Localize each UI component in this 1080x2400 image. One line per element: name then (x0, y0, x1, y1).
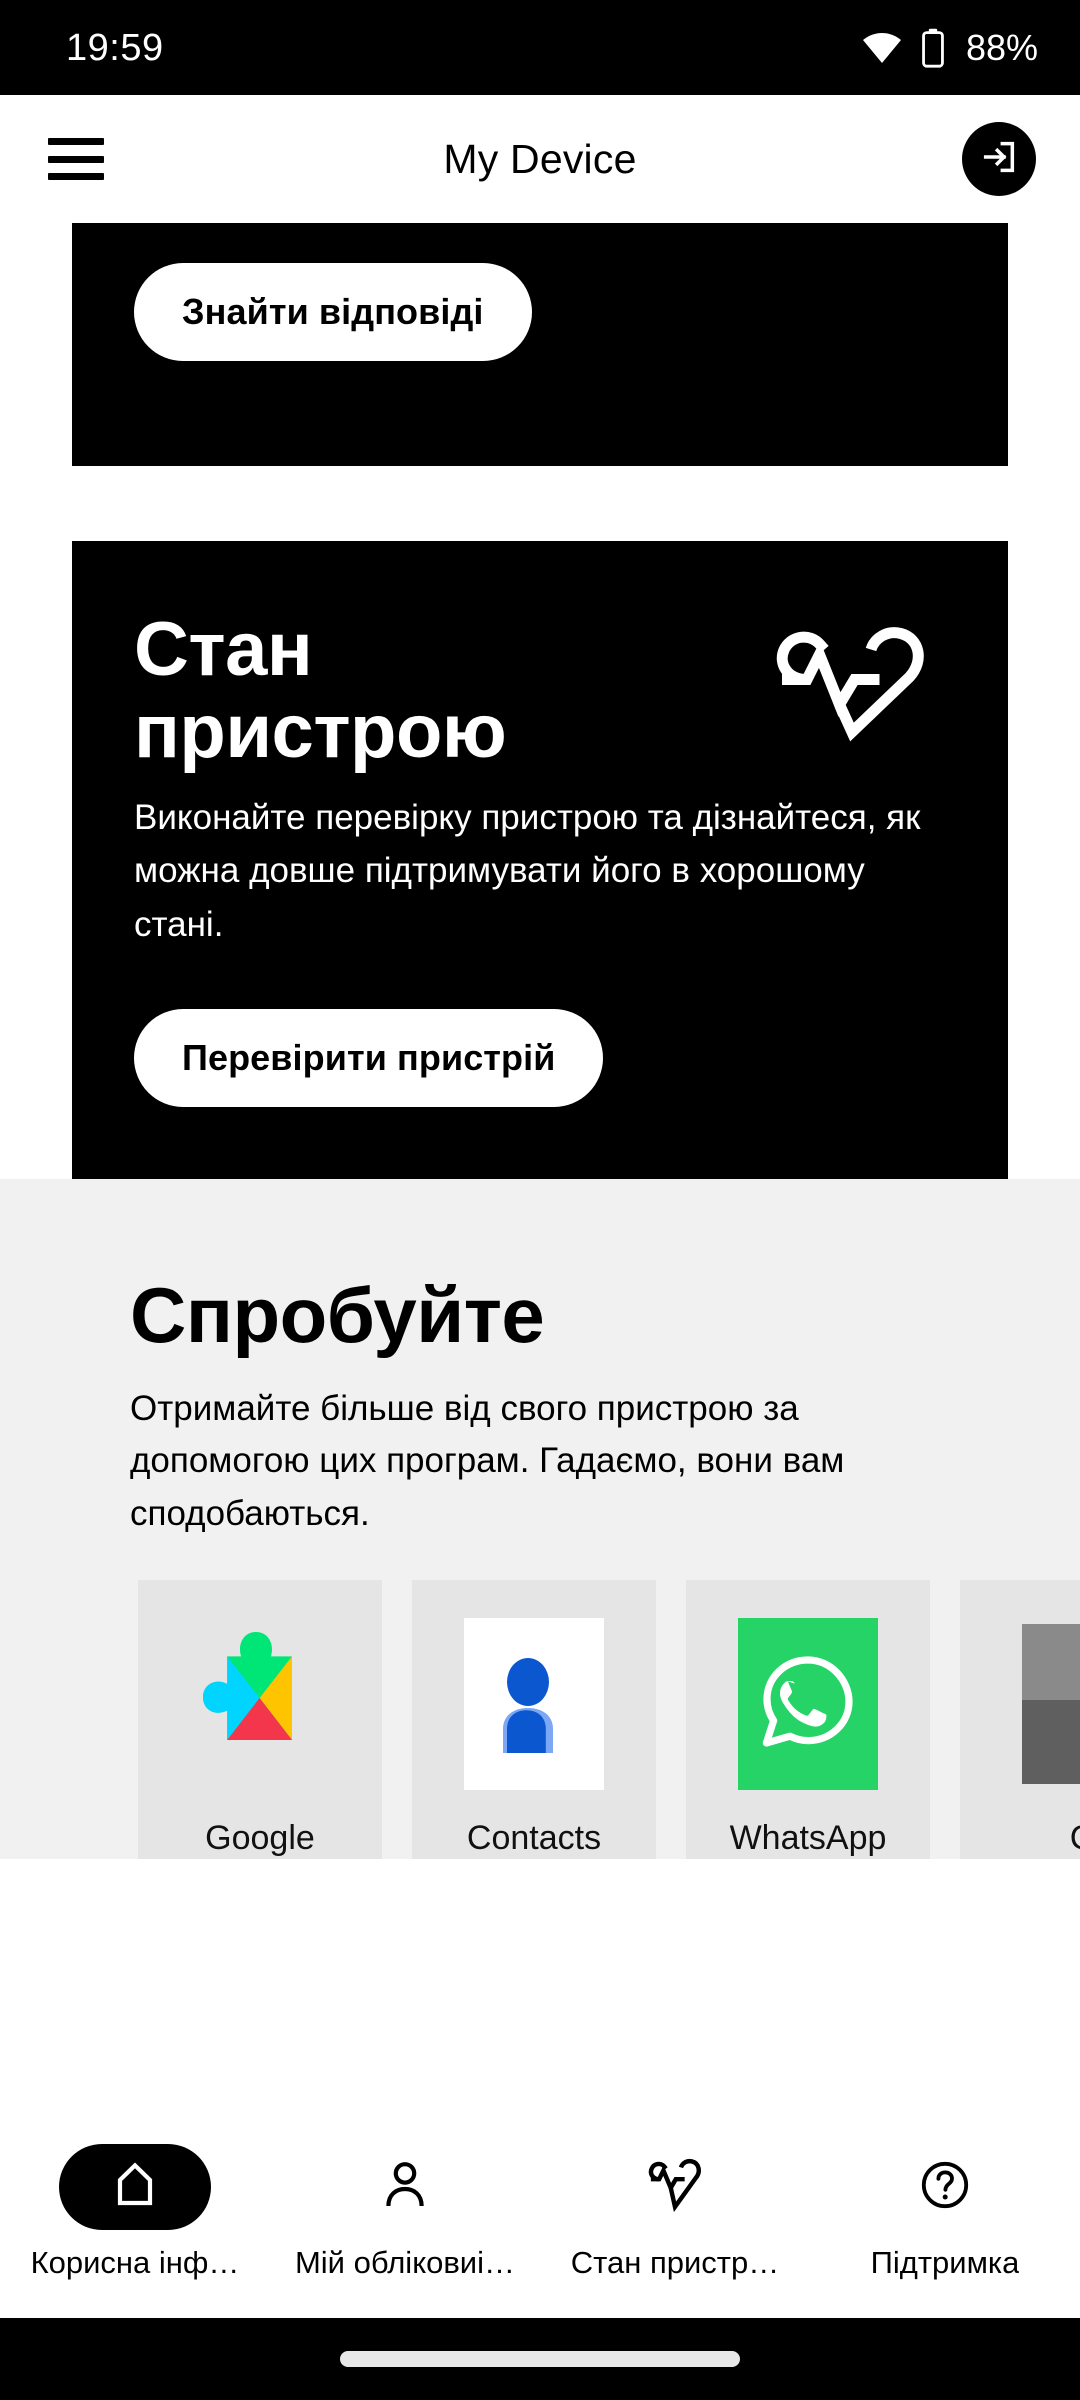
device-health-card: Стан пристрою Виконайте перевірку пристр… (72, 541, 1008, 1179)
person-icon (380, 2159, 430, 2216)
app-label: Contacts (466, 1819, 602, 1858)
app-label: C (1070, 1818, 1080, 1859)
nav-label: Стан пристр… (570, 2245, 780, 2280)
wifi-icon (862, 32, 902, 63)
login-button[interactable] (962, 122, 1036, 196)
nav-icon-wrap (59, 2144, 211, 2230)
nav-label: Корисна інф… (30, 2245, 240, 2280)
device-health-header: Стан пристрою (134, 607, 946, 775)
nav-label: Підтримка (870, 2245, 1020, 2280)
try-section-description: Отримайте більше від свого пристрою за д… (130, 1388, 845, 1533)
google-play-services-icon (189, 1618, 331, 1790)
battery-icon (920, 27, 946, 69)
nav-label: Мій обліковиі… (294, 2245, 516, 2280)
try-apps-section: Спробуйте Отримайте більше від свого при… (0, 1178, 1080, 1859)
app-tile-whatsapp[interactable]: WhatsApp (686, 1580, 930, 1859)
app-tile-google[interactable]: Google (138, 1580, 382, 1859)
home-icon (109, 2159, 161, 2216)
contacts-icon (464, 1618, 604, 1791)
nav-icon-wrap (599, 2144, 751, 2230)
status-clock: 19:59 (66, 26, 164, 69)
device-health-title: Стан пристрою (134, 607, 507, 775)
phone-screen: 19:59 88% My Device Знайти відповіді Ста… (0, 0, 1080, 2400)
promo-card: Знайти відповіді (72, 223, 1008, 466)
scroll-content[interactable]: Знайти відповіді Стан пристрою Виконайте… (0, 223, 1080, 2128)
app-label: WhatsApp (729, 1819, 887, 1858)
device-health-description: Виконайте перевірку пристрою та дізнайте… (134, 798, 921, 944)
battery-percent-label: 88% (965, 26, 1038, 68)
calculator-icon (1011, 1618, 1080, 1790)
app-tile-row[interactable]: Google Contacts WhatsApp (0, 1580, 1080, 1859)
status-bar: 19:59 88% (0, 0, 1080, 95)
help-circle-icon (919, 2159, 971, 2216)
page-title: My Device (443, 135, 637, 182)
app-tile-calculator[interactable]: C (960, 1580, 1080, 1859)
nav-icon-wrap (869, 2144, 1021, 2230)
card-divider (0, 466, 1080, 541)
app-header: My Device (0, 95, 1080, 223)
heart-pulse-icon (646, 2157, 704, 2218)
app-tile-contacts[interactable]: Contacts (412, 1580, 656, 1859)
hamburger-menu-icon[interactable] (48, 138, 104, 180)
nav-item-my-account[interactable]: Мій обліковиі… (270, 2144, 540, 2281)
app-label: Google (205, 1819, 315, 1858)
heart-pulse-icon (772, 627, 932, 752)
status-indicators: 88% (862, 27, 1038, 69)
find-answers-button[interactable]: Знайти відповіді (134, 263, 532, 361)
nav-item-device-health[interactable]: Стан пристр… (540, 2144, 810, 2281)
nav-item-support[interactable]: Підтримка (810, 2144, 1080, 2281)
nav-item-useful-info[interactable]: Корисна інф… (0, 2144, 270, 2281)
gesture-navigation-bar (0, 2318, 1080, 2400)
gesture-pill[interactable] (340, 2351, 740, 2367)
bottom-navigation-bar: Корисна інф… Мій обліковиі… Стан пристр…… (0, 2128, 1080, 2318)
check-device-button[interactable]: Перевірити пристрій (134, 1008, 604, 1107)
nav-icon-wrap (329, 2144, 481, 2230)
try-section-title: Спробуйте (130, 1270, 545, 1359)
whatsapp-icon (738, 1618, 878, 1791)
device-health-action-wrap: Перевірити пристрій (134, 1008, 946, 1107)
login-icon (979, 137, 1019, 182)
